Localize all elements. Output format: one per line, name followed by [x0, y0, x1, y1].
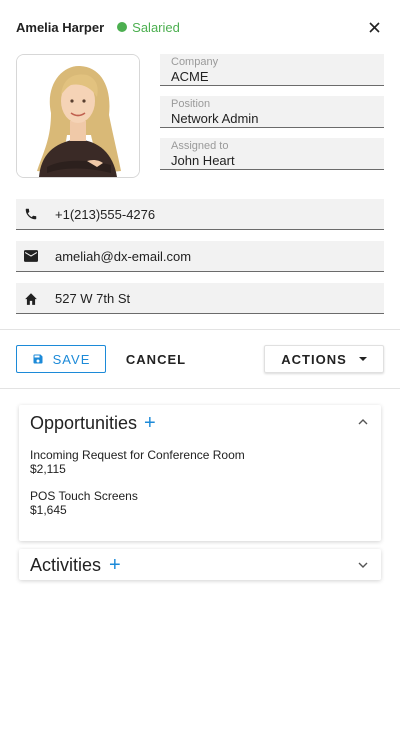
- address-value: 527 W 7th St: [55, 290, 131, 306]
- status-text: Salaried: [132, 19, 180, 35]
- company-label: Company: [171, 56, 219, 68]
- position-label: Position: [171, 98, 211, 110]
- position-value: Network Admin: [171, 111, 259, 126]
- assigned-to-label: Assigned to: [171, 140, 229, 152]
- divider-top: [0, 329, 400, 330]
- activities-card: Activities +: [19, 549, 381, 580]
- company-field[interactable]: Company ACME: [160, 54, 384, 86]
- person-photo-icon: [17, 55, 139, 177]
- add-activity-icon[interactable]: +: [109, 555, 121, 575]
- panel-header: Amelia Harper Salaried: [16, 16, 384, 38]
- phone-value: +1(213)555-4276: [55, 206, 156, 222]
- divider-bottom: [0, 388, 400, 389]
- actions-dropdown-button[interactable]: ACTIONS: [264, 345, 384, 373]
- assigned-to-value: John Heart: [171, 153, 235, 168]
- opportunity-name: POS Touch Screens: [30, 489, 138, 503]
- save-icon: [33, 354, 43, 364]
- company-value: ACME: [171, 69, 209, 84]
- close-icon: [368, 21, 380, 33]
- add-opportunity-icon[interactable]: +: [144, 413, 156, 433]
- caret-down-icon: [358, 357, 367, 361]
- cancel-label: CANCEL: [125, 351, 187, 367]
- email-field[interactable]: ameliah@dx-email.com: [16, 241, 384, 272]
- contact-panel: Amelia Harper Salaried Company ACME Posi…: [0, 0, 400, 742]
- close-button[interactable]: [364, 16, 384, 38]
- chevron-up-icon[interactable]: [357, 416, 369, 428]
- email-icon: [23, 248, 39, 264]
- address-field[interactable]: 527 W 7th St: [16, 283, 384, 314]
- save-label: SAVE: [52, 351, 91, 367]
- cancel-button[interactable]: CANCEL: [124, 346, 188, 372]
- activities-title: Activities: [30, 555, 102, 575]
- opportunity-amount: $2,115: [30, 462, 66, 476]
- opportunities-title: Opportunities: [30, 413, 138, 433]
- status-badge: Salaried: [117, 20, 180, 35]
- home-icon: [23, 290, 39, 306]
- position-field[interactable]: Position Network Admin: [160, 96, 384, 128]
- opportunity-item[interactable]: Incoming Request for Conference Room $2,…: [30, 448, 245, 476]
- phone-icon: [23, 206, 39, 222]
- status-dot-icon: [117, 22, 128, 32]
- chevron-down-icon[interactable]: [357, 559, 369, 571]
- actions-label: ACTIONS: [281, 351, 347, 367]
- assigned-to-field[interactable]: Assigned to John Heart: [160, 138, 384, 170]
- contact-name: Amelia Harper: [16, 19, 105, 35]
- save-button[interactable]: SAVE: [16, 345, 106, 373]
- opportunity-item[interactable]: POS Touch Screens $1,645: [30, 489, 138, 517]
- contact-photo[interactable]: [16, 54, 140, 178]
- opportunities-card: Opportunities + Incoming Request for Con…: [19, 405, 381, 541]
- opportunity-name: Incoming Request for Conference Room: [30, 448, 245, 462]
- email-value: ameliah@dx-email.com: [55, 248, 192, 264]
- opportunity-amount: $1,645: [30, 503, 67, 517]
- phone-field[interactable]: +1(213)555-4276: [16, 199, 384, 230]
